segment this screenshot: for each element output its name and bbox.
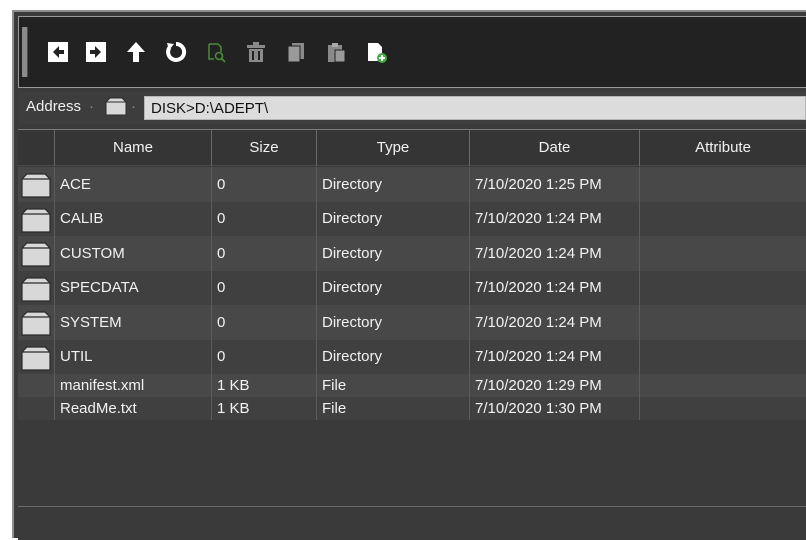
back-button[interactable]	[45, 39, 71, 65]
refresh-button[interactable]	[163, 39, 189, 65]
file-type: Directory	[316, 270, 469, 305]
file-date: 7/10/2020 1:24 PM	[469, 236, 639, 271]
file-list: Name Size Type Date Attribute ACE 0 Dire…	[18, 129, 806, 502]
address-separator: ·	[89, 98, 94, 115]
file-size: 1 KB	[211, 397, 316, 420]
column-header-attribute[interactable]: Attribute	[639, 130, 806, 166]
folder-icon	[21, 311, 51, 336]
file-name: ReadMe.txt	[54, 397, 211, 420]
address-separator: ·	[131, 98, 136, 115]
file-date: 7/10/2020 1:24 PM	[469, 305, 639, 340]
copy-button[interactable]	[283, 39, 309, 65]
file-attribute	[639, 270, 806, 305]
file-attribute	[639, 305, 806, 340]
folder-icon	[21, 207, 51, 233]
file-attribute	[639, 397, 806, 420]
file-size: 0	[211, 167, 316, 202]
table-row[interactable]: SYSTEM 0 Directory 7/10/2020 1:24 PM	[18, 305, 806, 340]
file-attribute	[639, 167, 806, 202]
arrow-up-icon	[127, 42, 145, 62]
forward-button[interactable]	[83, 39, 109, 65]
file-name: UTIL	[54, 339, 211, 374]
file-size: 0	[211, 236, 316, 271]
new-file-button[interactable]	[363, 39, 389, 65]
address-bar: Address · ·	[18, 92, 806, 124]
file-type: Directory	[316, 201, 469, 236]
file-browser-window: Address · · Name Size Type Date Attribut…	[12, 10, 806, 540]
file-date: 7/10/2020 1:30 PM	[469, 397, 639, 420]
column-header-type[interactable]: Type	[316, 130, 469, 166]
folder-icon	[21, 276, 51, 302]
status-bar	[18, 506, 806, 540]
file-rows: ACE 0 Directory 7/10/2020 1:25 PM CALIB …	[18, 167, 806, 420]
file-size: 0	[211, 270, 316, 305]
file-date: 7/10/2020 1:24 PM	[469, 270, 639, 305]
file-name: CUSTOM	[54, 236, 211, 271]
file-attribute	[639, 236, 806, 271]
folder-icon	[21, 345, 51, 371]
folder-icon	[105, 97, 127, 116]
address-input[interactable]	[144, 96, 806, 120]
file-name: CALIB	[54, 201, 211, 236]
column-header-date[interactable]: Date	[469, 130, 639, 166]
search-button[interactable]	[203, 39, 229, 65]
paste-icon	[328, 43, 346, 63]
table-row[interactable]: ReadMe.txt 1 KB File 7/10/2020 1:30 PM	[18, 397, 806, 420]
file-date: 7/10/2020 1:29 PM	[469, 374, 639, 397]
paste-button[interactable]	[323, 39, 349, 65]
table-row[interactable]: SPECDATA 0 Directory 7/10/2020 1:24 PM	[18, 270, 806, 305]
trash-icon	[247, 42, 265, 62]
refresh-icon	[166, 41, 187, 62]
delete-button[interactable]	[243, 39, 269, 65]
file-type: Directory	[316, 236, 469, 271]
new-file-icon	[368, 43, 387, 63]
file-name: ACE	[54, 167, 211, 202]
file-type: Directory	[316, 167, 469, 202]
file-type: Directory	[316, 339, 469, 374]
file-date: 7/10/2020 1:25 PM	[469, 167, 639, 202]
arrow-left-icon	[48, 42, 68, 62]
table-row[interactable]: UTIL 0 Directory 7/10/2020 1:24 PM	[18, 339, 806, 374]
toolbar-grip[interactable]	[22, 27, 28, 77]
table-row[interactable]: CALIB 0 Directory 7/10/2020 1:24 PM	[18, 201, 806, 236]
search-file-icon	[208, 43, 226, 63]
table-row[interactable]: CUSTOM 0 Directory 7/10/2020 1:24 PM	[18, 236, 806, 271]
folder-icon	[21, 242, 51, 267]
up-button[interactable]	[123, 39, 149, 65]
column-header-size[interactable]: Size	[211, 130, 316, 166]
file-size: 0	[211, 339, 316, 374]
file-attribute	[639, 201, 806, 236]
folder-icon	[21, 173, 51, 198]
column-header-name[interactable]: Name	[54, 130, 211, 166]
arrow-right-icon	[86, 42, 106, 62]
table-row[interactable]: ACE 0 Directory 7/10/2020 1:25 PM	[18, 167, 806, 202]
file-name: manifest.xml	[54, 374, 211, 397]
file-size: 0	[211, 305, 316, 340]
toolbar	[18, 16, 806, 88]
file-size: 0	[211, 201, 316, 236]
file-date: 7/10/2020 1:24 PM	[469, 201, 639, 236]
file-attribute	[639, 339, 806, 374]
file-date: 7/10/2020 1:24 PM	[469, 339, 639, 374]
address-label: Address	[26, 98, 82, 115]
table-row[interactable]: manifest.xml 1 KB File 7/10/2020 1:29 PM	[18, 374, 806, 397]
file-attribute	[639, 374, 806, 397]
file-size: 1 KB	[211, 374, 316, 397]
file-name: SPECDATA	[54, 270, 211, 305]
file-name: SYSTEM	[54, 305, 211, 340]
file-list-header: Name Size Type Date Attribute	[18, 130, 806, 166]
file-type: File	[316, 374, 469, 397]
file-type: File	[316, 397, 469, 420]
file-type: Directory	[316, 305, 469, 340]
copy-icon	[287, 43, 304, 63]
